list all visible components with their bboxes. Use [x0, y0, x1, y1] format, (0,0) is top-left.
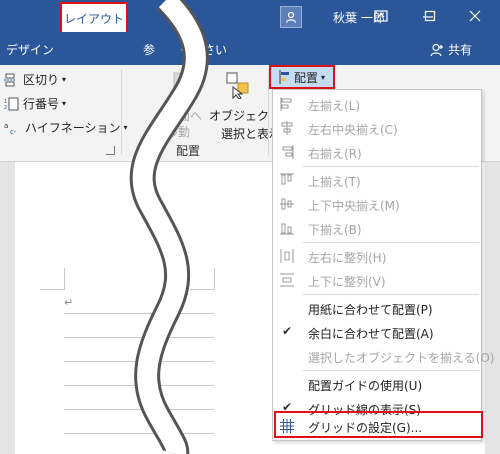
align-right-icon [279, 144, 295, 160]
menu-item-label: 左右中央揃え(C) [308, 123, 398, 137]
chevron-down-icon: ▾ [123, 123, 128, 132]
align-button[interactable]: 配置 ▾ [269, 65, 335, 89]
align-menu: 左揃え(L) 左右中央揃え(C) 右揃え(R) 上揃え(T) 上下中央揃え(M)… [272, 89, 494, 441]
arrange-group-label: 配置 [176, 144, 201, 158]
maximize-icon[interactable] [422, 8, 438, 24]
align-bottom-icon [279, 220, 295, 236]
menu-separator [303, 370, 479, 371]
hyphenation-button[interactable]: a c- ハイフネーション ▾ [4, 119, 128, 136]
align-top-icon [279, 172, 295, 188]
menu-item-distribute-horizontal[interactable]: 左右に整列(H) [273, 244, 481, 268]
chevron-down-icon: ▾ [62, 99, 67, 108]
menu-item-align-left[interactable]: 左揃え(L) [273, 92, 481, 116]
menu-separator [303, 294, 479, 295]
gridline [64, 409, 214, 410]
tell-me-prefix[interactable]: 参 [143, 41, 155, 58]
grid-settings-highlight [274, 411, 483, 438]
tab-layout-label: レイアウト [63, 11, 124, 26]
menu-item-label: 左揃え(L) [308, 99, 361, 113]
person-add-icon [430, 43, 443, 56]
align-middle-icon [279, 196, 295, 212]
gridline [64, 433, 214, 434]
share-button[interactable]: 共有 [430, 41, 472, 58]
group-separator [121, 69, 122, 155]
menu-item-relative-to-page[interactable]: 用紙に合わせて配置(P) [273, 296, 481, 320]
align-left-icon [279, 96, 295, 112]
ribbon-tabs: デザイン 参 ください 共有 [0, 33, 500, 65]
distribute-horizontal-icon [279, 248, 295, 264]
breaks-icon [4, 73, 16, 86]
margin-guide [214, 268, 215, 290]
menu-item-align-center[interactable]: 左右中央揃え(C) [273, 116, 481, 140]
menu-item-align-top[interactable]: 上揃え(T) [273, 168, 481, 192]
align-label: 配置 [293, 70, 318, 85]
svg-text:c-: c- [10, 128, 17, 135]
menu-item-label: 配置ガイドの使用(U) [308, 379, 423, 393]
menu-item-use-alignment-guides[interactable]: 配置ガイドの使用(U) [273, 372, 481, 396]
checkmark-icon: ✔ [282, 324, 293, 338]
menu-item-relative-to-margin[interactable]: ✔ 余白に合わせて配置(A) [273, 320, 481, 344]
hyphenation-label: ハイフネーション [25, 121, 121, 135]
menu-item-label: 余白に合わせて配置(A) [308, 327, 434, 341]
gridline [64, 385, 214, 386]
gridline [64, 337, 214, 338]
margin-guide [190, 289, 215, 290]
menu-item-distribute-vertical[interactable]: 上下に整列(V) [273, 268, 481, 292]
tab-layout[interactable]: レイアウト [60, 2, 128, 32]
chevron-down-icon: ▾ [321, 72, 326, 82]
menu-separator [303, 166, 479, 167]
menu-item-label: 左右に整列(H) [308, 251, 387, 265]
tab-design[interactable]: デザイン [6, 41, 54, 58]
menu-item-label: 上揃え(T) [308, 175, 361, 189]
distribute-vertical-icon [279, 272, 295, 288]
chevron-down-icon: ▾ [62, 75, 67, 84]
line-numbers-button[interactable]: 12 行番号 ▾ [4, 95, 66, 112]
menu-item-label: 上下中央揃え(M) [308, 199, 400, 213]
svg-text:2: 2 [4, 105, 7, 111]
tell-me-suffix[interactable]: ください [179, 41, 227, 58]
breaks-button[interactable]: 区切り ▾ [4, 71, 66, 88]
line-numbers-label: 行番号 [23, 97, 60, 111]
selection-pane-icon [224, 71, 254, 100]
menu-item-align-bottom[interactable]: 下揃え(B) [273, 216, 481, 240]
menu-item-label: 上下に整列(V) [308, 275, 386, 289]
paragraph-mark-icon: ↵ [64, 296, 74, 309]
gridline [64, 361, 214, 362]
page-setup-launcher[interactable] [106, 146, 115, 155]
menu-item-label: 選択したオブジェクトを揃える(O) [308, 351, 495, 365]
send-backward-label-2: 移動 [166, 125, 191, 139]
margin-guide [40, 289, 65, 290]
gridline [64, 313, 214, 314]
hyphenation-icon: ac- [4, 122, 17, 135]
menu-item-label: 右揃え(R) [308, 147, 362, 161]
send-backward-label-1: 背面へ [166, 109, 203, 123]
menu-item-label: 下揃え(B) [308, 223, 362, 237]
menu-item-label: 用紙に合わせて配置(P) [308, 303, 433, 317]
line-numbers-icon: 12 [4, 97, 19, 111]
align-center-icon [279, 120, 295, 136]
menu-item-align-middle[interactable]: 上下中央揃え(M) [273, 192, 481, 216]
menu-item-align-selected-objects[interactable]: 選択したオブジェクトを揃える(O) [273, 344, 494, 368]
align-icon [279, 70, 289, 84]
breaks-label: 区切り [23, 73, 60, 87]
menu-separator [303, 242, 479, 243]
send-backward-icon [170, 71, 200, 99]
svg-text:a: a [4, 122, 8, 130]
ribbon-display-icon[interactable] [373, 8, 389, 24]
margin-guide [64, 268, 65, 290]
user-icon[interactable] [280, 6, 302, 28]
menu-item-align-right[interactable]: 右揃え(R) [273, 140, 481, 164]
share-label: 共有 [448, 43, 473, 57]
close-icon[interactable] [467, 8, 483, 24]
